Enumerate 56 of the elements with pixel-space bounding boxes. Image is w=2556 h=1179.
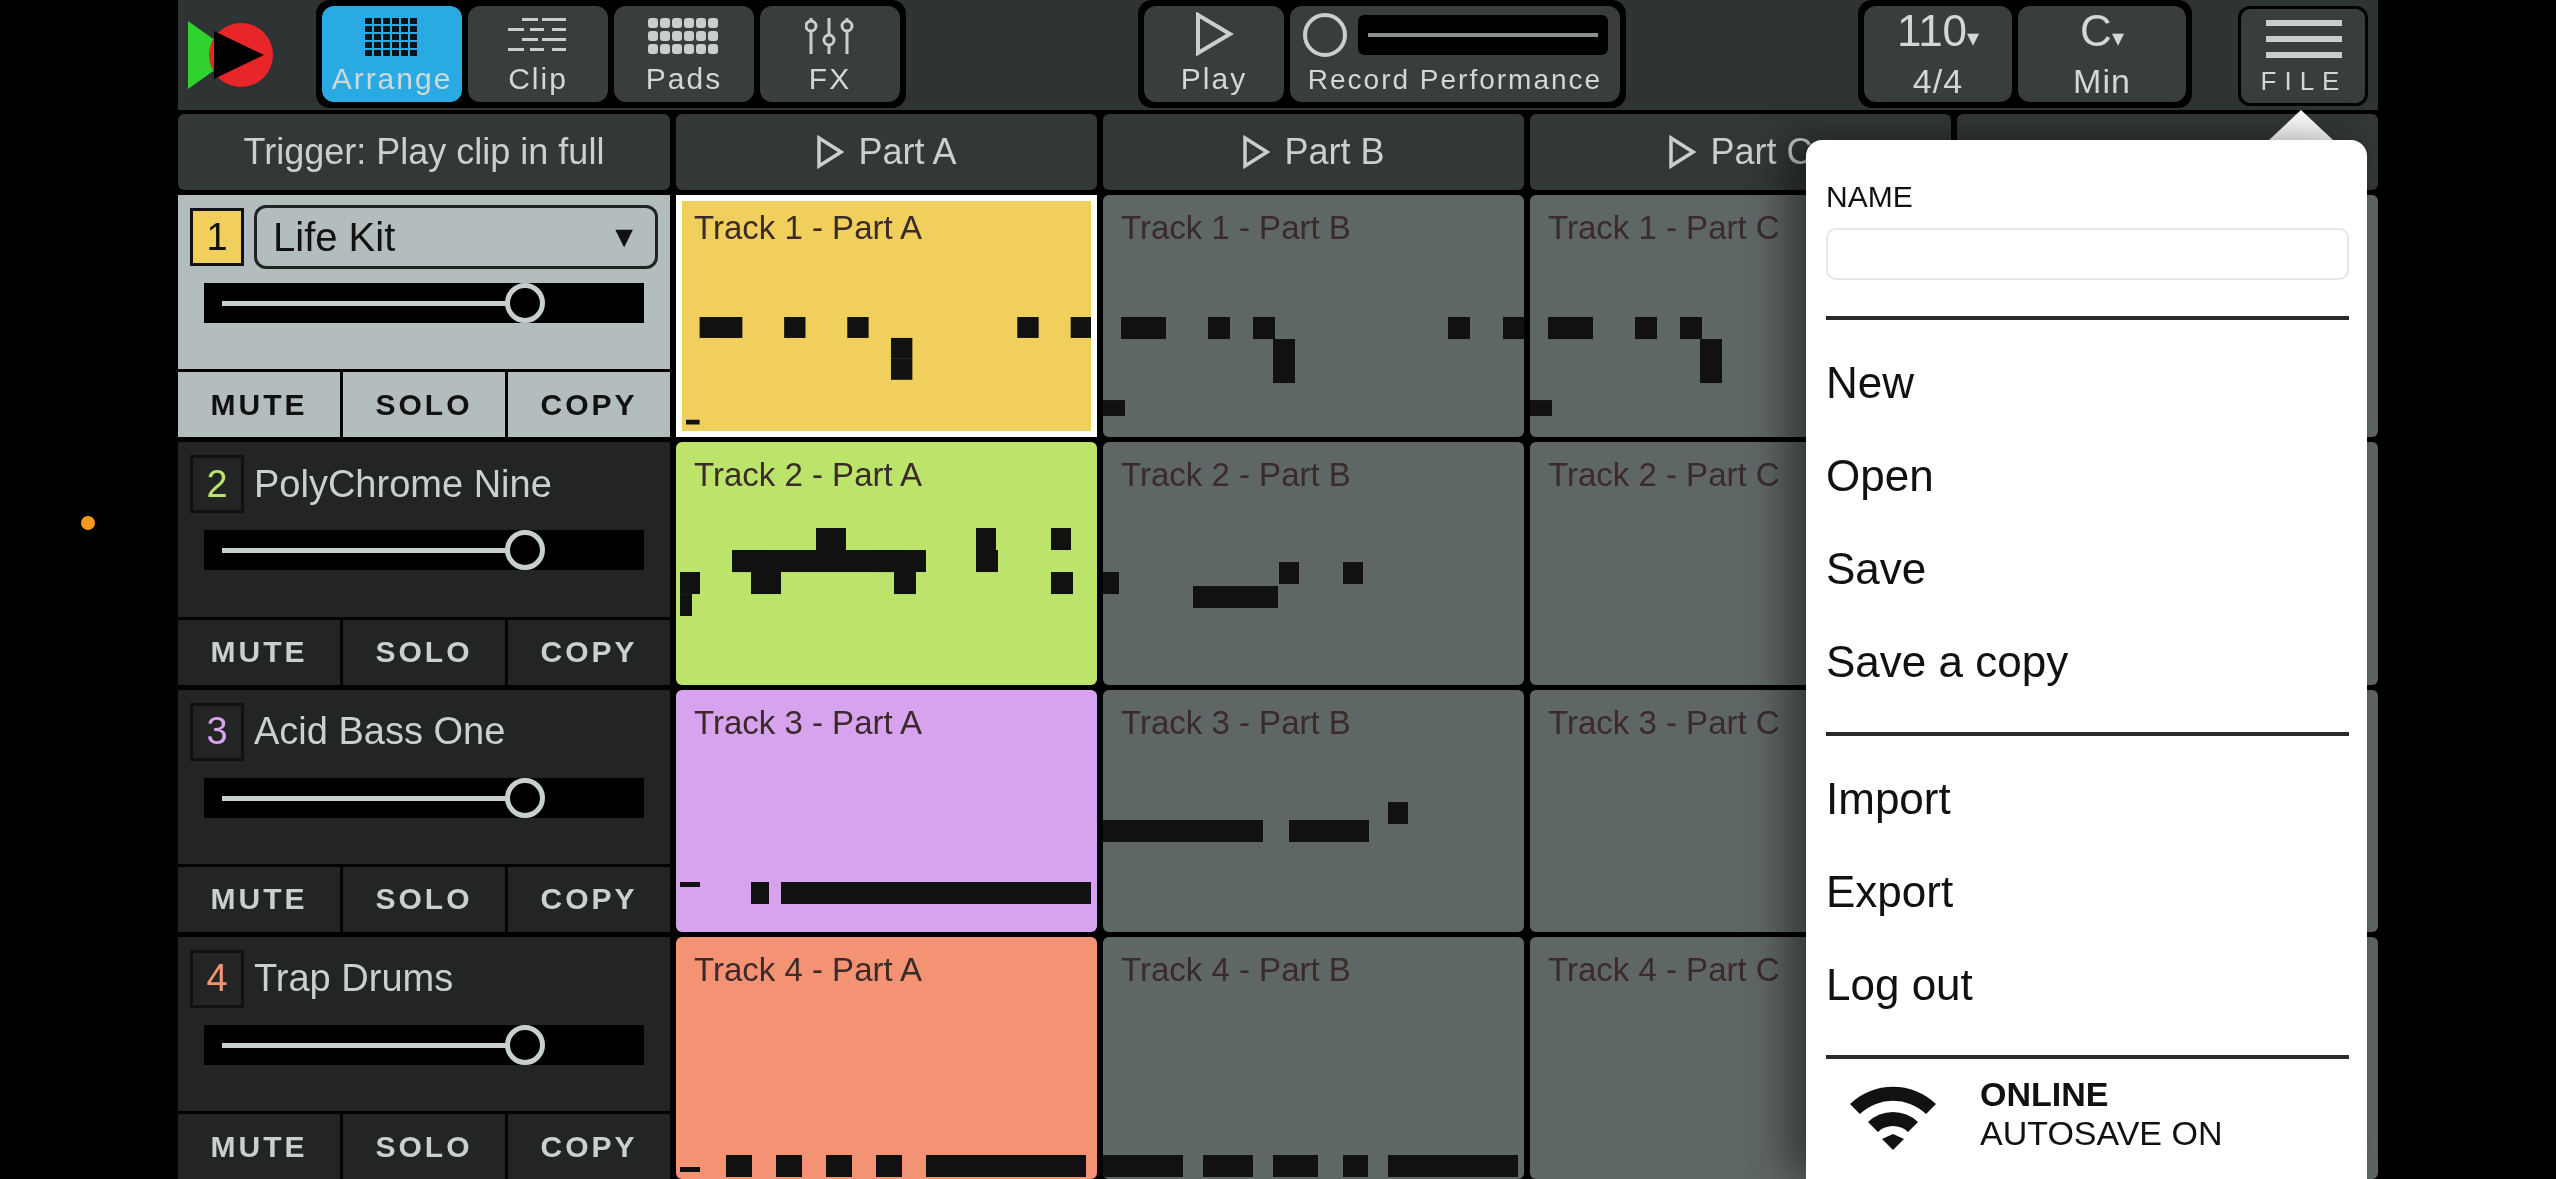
clip-pad[interactable]: Track 1 - Part A	[676, 195, 1097, 438]
slider-thumb[interactable]	[505, 777, 546, 818]
track-name: Acid Bass One	[254, 710, 506, 753]
track-button[interactable]: COPY	[508, 866, 670, 932]
sliders-icon	[805, 16, 855, 56]
track-button[interactable]: MUTE	[178, 372, 340, 438]
view-tab[interactable]: Clip	[468, 6, 608, 102]
track-name: Trap Drums	[254, 957, 454, 1001]
view-tab[interactable]: Pads	[614, 6, 754, 102]
clip-pad[interactable]: Track 4 - Part A	[676, 936, 1097, 1179]
slider-thumb[interactable]	[505, 530, 546, 571]
volume-slider[interactable]	[204, 530, 644, 571]
volume-slider[interactable]	[204, 777, 644, 818]
track-number: 1	[190, 208, 244, 266]
file-button[interactable]: FILE	[2238, 6, 2368, 106]
track-button[interactable]: MUTE	[178, 1114, 340, 1179]
slider-thumb[interactable]	[505, 1024, 546, 1065]
view-tab[interactable]: FX	[760, 6, 900, 102]
part-header[interactable]: Part B	[1103, 114, 1524, 190]
part-header[interactable]: Part A	[676, 114, 1097, 190]
status-dot	[81, 516, 95, 530]
autosave-status: AUTOSAVE ON	[1980, 1114, 2223, 1153]
play-icon	[1242, 135, 1271, 169]
instrument-dropdown[interactable]: Life Kit ▼	[254, 205, 658, 269]
track-button[interactable]: SOLO	[343, 1114, 505, 1179]
record-icon	[1302, 12, 1348, 58]
record-button[interactable]: Record Performance	[1290, 6, 1620, 102]
track-button[interactable]: COPY	[508, 1114, 670, 1179]
tempo-button[interactable]: 110▾ 4/4	[1864, 6, 2012, 102]
clip-pad[interactable]: Track 2 - Part A	[676, 442, 1097, 685]
play-icon	[1668, 135, 1697, 169]
track-number: 4	[190, 949, 244, 1008]
key-button[interactable]: C▾ Min	[2018, 6, 2186, 102]
online-status: ONLINE	[1980, 1075, 2110, 1114]
track-button[interactable]: MUTE	[178, 866, 340, 932]
track-button[interactable]: MUTE	[178, 619, 340, 685]
trigger-mode-label[interactable]: Trigger: Play clip in full	[178, 114, 670, 190]
track-number: 3	[190, 702, 244, 761]
track-button[interactable]: SOLO	[343, 619, 505, 685]
track-button[interactable]: SOLO	[343, 372, 505, 438]
track-button[interactable]: SOLO	[343, 866, 505, 932]
play-button[interactable]: Play	[1144, 6, 1284, 102]
play-icon	[1194, 12, 1234, 56]
clip-pad[interactable]: Track 3 - Part A	[676, 689, 1097, 932]
track-button[interactable]: COPY	[508, 372, 670, 438]
track-number: 2	[190, 455, 244, 514]
track-button[interactable]: COPY	[508, 619, 670, 685]
menu-icon	[2266, 20, 2342, 60]
volume-slider[interactable]	[204, 283, 644, 323]
play-icon	[816, 135, 845, 169]
slider-thumb[interactable]	[505, 283, 546, 323]
name-field[interactable]	[1826, 228, 2349, 280]
pads-icon	[648, 18, 720, 56]
volume-slider[interactable]	[204, 1024, 644, 1065]
track-name: PolyChrome Nine	[254, 462, 552, 506]
grid-icon	[365, 18, 419, 56]
